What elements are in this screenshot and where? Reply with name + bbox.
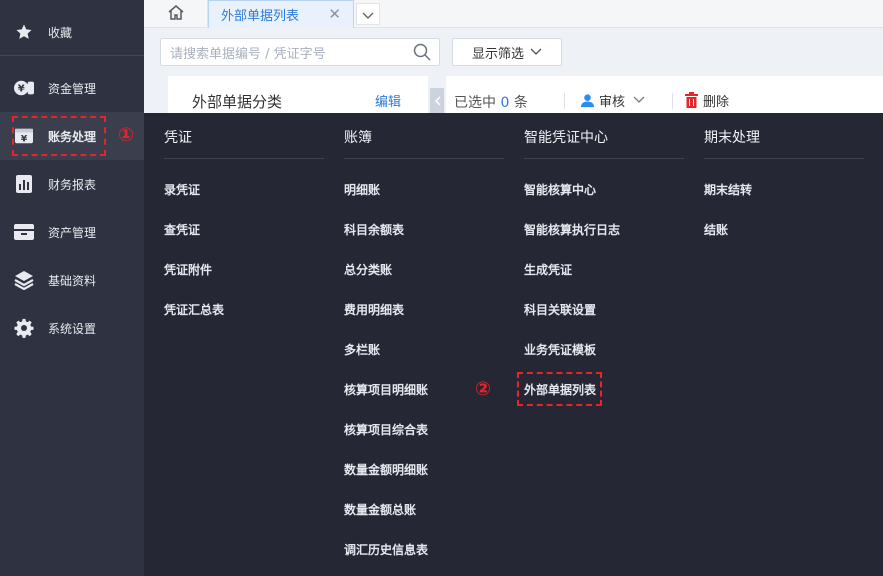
sidebar-item-settings[interactable]: 系统设置	[0, 304, 144, 352]
sidebar-item-label: 资金管理	[48, 81, 97, 96]
sidebar-item-label: 基础资料	[48, 273, 97, 288]
menu-column-divider	[344, 158, 504, 159]
menu-item-close-books[interactable]: 结账	[704, 221, 728, 238]
menu-item-smart-accounting[interactable]: 智能核算中心	[524, 181, 596, 198]
menu-item-item-detail-ledger[interactable]: 核算项目明细账	[344, 381, 428, 398]
search-input[interactable]: 请搜索单据编号 / 凭证字号	[160, 38, 440, 66]
tab-label: 外部单据列表	[221, 9, 300, 24]
menu-item-quantity-general[interactable]: 数量金额总账	[344, 501, 416, 518]
sidebar-item-favorites[interactable]: 收藏	[0, 8, 144, 56]
annotation-box-step2	[517, 372, 602, 406]
search-icon[interactable]	[413, 43, 431, 65]
menu-column-divider	[704, 158, 864, 159]
menu-item-quantity-detail[interactable]: 数量金额明细账	[344, 461, 428, 478]
tab-dropdown-button[interactable]	[356, 3, 380, 25]
sidebar-item-label: 收藏	[48, 25, 73, 40]
menu-column-divider	[164, 158, 324, 159]
collapse-panel-button[interactable]	[430, 88, 444, 113]
delete-button[interactable]: 删除	[684, 90, 729, 110]
annotation-box-step1	[12, 116, 106, 156]
user-icon	[580, 93, 595, 107]
sidebar-item-label: 系统设置	[48, 321, 97, 336]
selected-count: 已选中 0 条	[454, 95, 528, 111]
trash-icon	[685, 92, 698, 108]
toolbar: 已选中 0 条 审核 删除	[446, 76, 883, 113]
sidebar-item-label: 资产管理	[48, 225, 97, 240]
menu-item-smart-log[interactable]: 智能核算执行日志	[524, 221, 620, 238]
menu-column-title-period-end: 期末处理	[704, 130, 760, 146]
edit-link[interactable]: 编辑	[375, 91, 401, 110]
sidebar-item-reports[interactable]: 财务报表	[0, 160, 144, 208]
accounting-mega-menu	[144, 113, 883, 576]
menu-item-general-ledger[interactable]: 总分类账	[344, 261, 392, 278]
menu-item-business-voucher-template[interactable]: 业务凭证模板	[524, 341, 596, 358]
menu-item-query-voucher[interactable]: 查凭证	[164, 221, 200, 238]
menu-column-title-books: 账簿	[344, 130, 372, 146]
chevron-left-icon	[434, 91, 441, 110]
chevron-down-icon	[524, 45, 542, 60]
filter-label: 显示筛选	[471, 46, 524, 62]
close-icon[interactable]: ✕	[328, 7, 341, 22]
panel-title: 外部单据分类	[192, 93, 283, 111]
toolbar-divider	[672, 93, 673, 109]
menu-item-multi-column-ledger[interactable]: 多栏账	[344, 341, 380, 358]
menu-column-divider	[524, 158, 684, 159]
menu-item-enter-voucher[interactable]: 录凭证	[164, 181, 200, 198]
layers-icon	[13, 269, 35, 291]
sidebar-item-basic-data[interactable]: 基础资料	[0, 256, 144, 304]
menu-item-item-summary[interactable]: 核算项目综合表	[344, 421, 428, 438]
report-icon	[13, 173, 35, 195]
search-placeholder: 请搜索单据编号 / 凭证字号	[170, 46, 326, 62]
menu-column-title-smart-voucher: 智能凭证中心	[524, 130, 608, 146]
gear-icon	[13, 317, 35, 339]
category-panel: 外部单据分类 编辑	[168, 76, 428, 113]
menu-item-detail-ledger[interactable]: 明细账	[344, 181, 380, 198]
asset-icon	[13, 221, 35, 243]
show-filter-button[interactable]: 显示筛选	[452, 38, 562, 66]
toolbar-divider	[564, 93, 565, 109]
chevron-down-icon	[362, 5, 374, 24]
menu-column-title-voucher: 凭证	[164, 130, 192, 146]
home-tab[interactable]	[144, 0, 208, 28]
sidebar-item-funds[interactable]: ¥ 资金管理	[0, 64, 144, 112]
star-icon	[13, 21, 35, 43]
audit-label: 审核	[599, 94, 626, 110]
menu-item-account-balance[interactable]: 科目余额表	[344, 221, 404, 238]
menu-item-voucher-attachment[interactable]: 凭证附件	[164, 261, 212, 278]
menu-item-voucher-summary[interactable]: 凭证汇总表	[164, 301, 224, 318]
chevron-down-icon	[633, 96, 645, 103]
sidebar-divider	[0, 55, 144, 56]
menu-item-expense-detail[interactable]: 费用明细表	[344, 301, 404, 318]
audit-button[interactable]: 审核	[580, 90, 649, 110]
menu-item-account-link-settings[interactable]: 科目关联设置	[524, 301, 596, 318]
menu-item-period-carryover[interactable]: 期末结转	[704, 181, 752, 198]
home-icon	[167, 4, 185, 24]
svg-text:¥: ¥	[18, 84, 25, 95]
money-icon: ¥	[13, 77, 35, 99]
delete-label: 删除	[703, 94, 730, 110]
annotation-step2: ②	[475, 378, 492, 400]
sidebar-item-label: 财务报表	[48, 177, 97, 192]
menu-item-generate-voucher[interactable]: 生成凭证	[524, 261, 572, 278]
tab-external-documents[interactable]: 外部单据列表 ✕	[208, 0, 354, 28]
annotation-step1: ①	[118, 124, 135, 146]
sidebar-item-assets[interactable]: 资产管理	[0, 208, 144, 256]
menu-item-exchange-history[interactable]: 调汇历史信息表	[344, 541, 428, 558]
